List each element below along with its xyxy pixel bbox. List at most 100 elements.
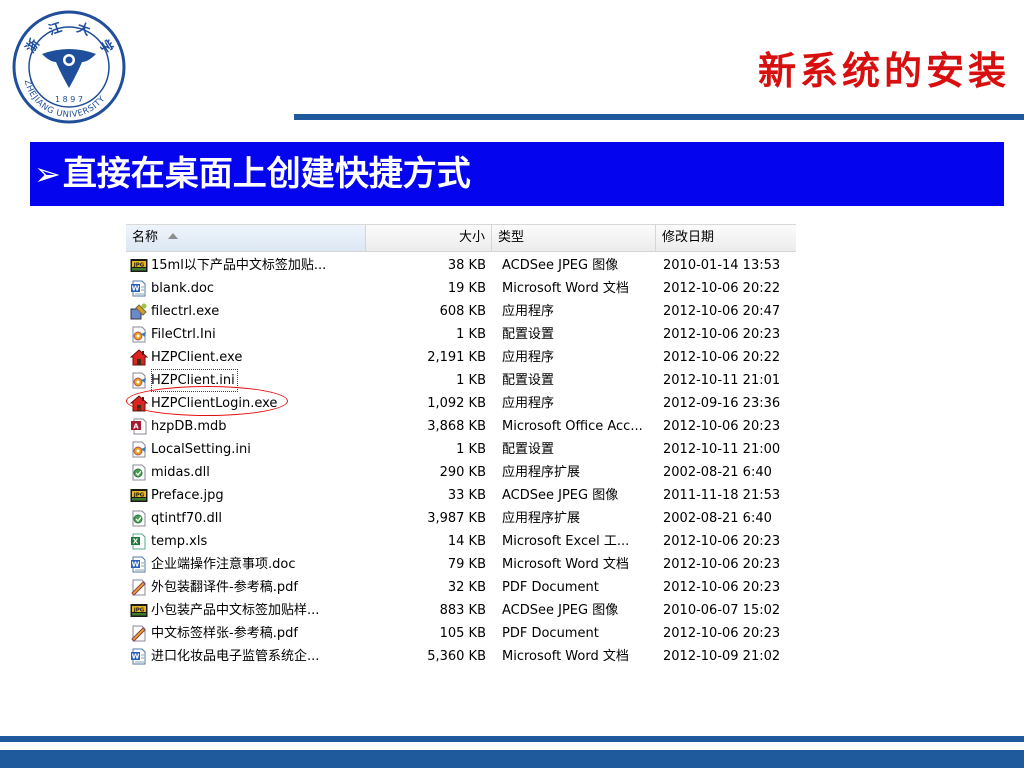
file-modified-date: 2012-10-06 20:22 — [663, 281, 781, 296]
file-size: 608 KB — [439, 304, 486, 319]
file-name: LocalSetting.ini — [151, 442, 251, 457]
file-name: 企业端操作注意事项.doc — [151, 557, 296, 572]
file-row[interactable]: midas.dll 290 KB 应用程序扩展 2002-08-21 6:40 — [126, 461, 796, 484]
file-type: Microsoft Excel 工... — [502, 534, 630, 549]
file-size: 1 KB — [456, 442, 486, 457]
svg-text:W: W — [132, 653, 140, 661]
file-name: HZPClient.exe — [151, 350, 243, 365]
dll-icon — [130, 464, 148, 481]
file-type: Microsoft Word 文档 — [502, 281, 629, 296]
file-type: Microsoft Office Acc... — [502, 419, 643, 434]
column-header-name[interactable]: 名称 — [126, 225, 366, 251]
file-type: PDF Document — [502, 580, 599, 595]
svg-text:X: X — [133, 538, 139, 546]
file-name: qtintf70.dll — [151, 511, 223, 526]
subtitle-text: 直接在桌面上创建快捷方式 — [62, 154, 471, 194]
file-row[interactable]: JPG 15ml以下产品中文标签加贴... 38 KB ACDSee JPEG 图像 2… — [126, 254, 796, 277]
word-doc-icon: W — [130, 556, 148, 573]
file-row[interactable]: AhzpDB.mdb 3,868 KB Microsoft Office Acc..… — [126, 415, 796, 438]
file-modified-date: 2012-10-06 20:23 — [663, 557, 781, 572]
file-size: 290 KB — [439, 465, 486, 480]
file-size: 3,987 KB — [427, 511, 486, 526]
file-name: filectrl.exe — [151, 304, 220, 319]
file-rows: JPG 15ml以下产品中文标签加贴... 38 KB ACDSee JPEG 图像 2… — [126, 254, 796, 668]
file-row[interactable]: Xtemp.xls 14 KB Microsoft Excel 工... 2012-1… — [126, 530, 796, 553]
footer-bar-thick — [0, 750, 1024, 768]
house-app-icon — [129, 395, 149, 412]
file-size: 1 KB — [456, 373, 486, 388]
file-name: HZPClientLogin.exe — [151, 396, 278, 411]
file-row[interactable]: LocalSetting.ini 1 KB 配置设置 2012-10-11 21:00 — [126, 438, 796, 461]
access-db-icon: A — [130, 418, 148, 435]
column-header-type[interactable]: 类型 — [492, 225, 656, 251]
pdf-icon — [130, 625, 148, 642]
file-type: ACDSee JPEG 图像 — [502, 258, 619, 273]
file-row[interactable]: JPG 小包装产品中文标签加贴样... 883 KB ACDSee JPEG 图像 20… — [126, 599, 796, 622]
file-row[interactable]: W 企业端操作注意事项.doc 79 KB Microsoft Word 文档 2012… — [126, 553, 796, 576]
column-header-date[interactable]: 修改日期 — [656, 225, 796, 251]
svg-text:W: W — [132, 285, 140, 293]
file-name: 15ml以下产品中文标签加贴... — [151, 258, 327, 273]
file-modified-date: 2012-09-16 23:36 — [663, 396, 781, 411]
file-type: 应用程序 — [502, 396, 555, 411]
file-row[interactable]: filectrl.exe 608 KB 应用程序 2012-10-06 20:47 — [126, 300, 796, 323]
file-row[interactable]: 中文标签样张-参考稿.pdf 105 KB PDF Document 2012-10-… — [126, 622, 796, 645]
title-divider — [294, 114, 1024, 120]
file-row[interactable]: HZPClientLogin.exe 1,092 KB 应用程序 2012-09-16… — [126, 392, 796, 415]
house-app-icon — [129, 349, 149, 366]
file-name: 外包装翻译件-参考稿.pdf — [151, 580, 298, 595]
file-size: 5,360 KB — [427, 649, 486, 664]
file-modified-date: 2012-10-06 20:47 — [663, 304, 781, 319]
jpeg-icon: JPG — [130, 487, 148, 504]
file-row[interactable]: W 进口化妆品电子监管系统企... 5,360 KB Microsoft Word 文… — [126, 645, 796, 668]
file-modified-date: 2010-06-07 15:02 — [663, 603, 781, 618]
file-size: 32 KB — [447, 580, 486, 595]
file-modified-date: 2012-10-06 20:23 — [663, 534, 781, 549]
bullet-arrow-icon: ➢ — [34, 155, 61, 193]
file-name: Preface.jpg — [151, 488, 224, 503]
svg-text:JPG: JPG — [133, 263, 145, 269]
file-type: Microsoft Word 文档 — [502, 649, 629, 664]
file-row[interactable]: FileCtrl.Ini 1 KB 配置设置 2012-10-06 20:23 — [126, 323, 796, 346]
file-name: FileCtrl.Ini — [151, 327, 216, 342]
column-header-name-label: 名称 — [132, 230, 159, 245]
file-type: Microsoft Word 文档 — [502, 557, 629, 572]
file-size: 1 KB — [456, 327, 486, 342]
file-modified-date: 2012-10-09 21:02 — [663, 649, 781, 664]
svg-text:W: W — [132, 561, 140, 569]
ini-settings-icon — [130, 372, 148, 389]
file-modified-date: 2012-10-06 20:22 — [663, 350, 781, 365]
sort-ascending-icon — [168, 232, 179, 239]
file-type: 应用程序扩展 — [502, 465, 581, 480]
svg-text:1 8 9 7: 1 8 9 7 — [55, 95, 83, 104]
file-name: midas.dll — [151, 465, 210, 480]
footer-bar-thin — [0, 736, 1024, 742]
file-size: 2,191 KB — [427, 350, 486, 365]
file-size: 19 KB — [447, 281, 486, 296]
file-name: 小包装产品中文标签加贴样... — [151, 603, 320, 618]
file-row[interactable]: Wblank.doc 19 KB Microsoft Word 文档 2012-10-… — [126, 277, 796, 300]
file-type: 配置设置 — [502, 327, 555, 342]
file-modified-date: 2012-10-06 20:23 — [663, 580, 781, 595]
file-type: 应用程序扩展 — [502, 511, 581, 526]
file-type: 应用程序 — [502, 350, 555, 365]
file-list-view[interactable]: 名称 大小 类型 修改日期 JPG 15ml以下产品中文标签加贴... 38 KB A… — [126, 224, 796, 669]
file-name: HZPClient.ini — [151, 369, 238, 392]
file-size: 1,092 KB — [427, 396, 486, 411]
file-row[interactable]: HZPClient.exe 2,191 KB 应用程序 2012-10-06 20:2… — [126, 346, 796, 369]
file-name: 中文标签样张-参考稿.pdf — [151, 626, 298, 641]
file-row[interactable]: qtintf70.dll 3,987 KB 应用程序扩展 2002-08-21 6:4… — [126, 507, 796, 530]
file-type: ACDSee JPEG 图像 — [502, 488, 619, 503]
file-modified-date: 2012-10-11 21:01 — [663, 373, 781, 388]
file-row[interactable]: JPG Preface.jpg 33 KB ACDSee JPEG 图像 2011-11… — [126, 484, 796, 507]
file-size: 33 KB — [447, 488, 486, 503]
slide-title: 新系统的安装 — [757, 48, 1010, 93]
jpeg-icon: JPG — [130, 602, 148, 619]
file-row[interactable]: 外包装翻译件-参考稿.pdf 32 KB PDF Document 2012-10-0… — [126, 576, 796, 599]
svg-text:JPG: JPG — [133, 608, 145, 614]
svg-text:JPG: JPG — [133, 493, 145, 499]
file-row[interactable]: HZPClient.ini 1 KB 配置设置 2012-10-11 21:01 — [126, 369, 796, 392]
column-header-size[interactable]: 大小 — [366, 225, 492, 251]
university-seal-icon: 浙 江 大 学 ZHEJIANG UNIVERSITY 1 8 9 7 — [12, 10, 126, 124]
excel-icon: X — [130, 533, 148, 550]
